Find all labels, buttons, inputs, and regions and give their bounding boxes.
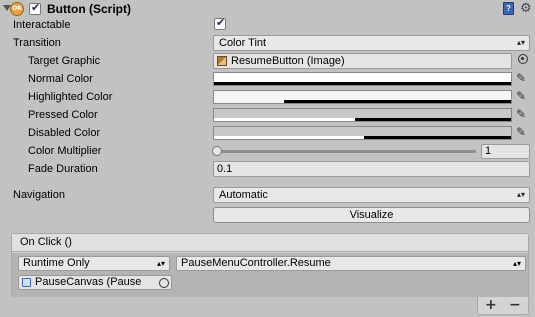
help-book-icon[interactable]: ?	[503, 2, 514, 15]
color-multiplier-slider[interactable]	[216, 150, 476, 153]
onclick-entry: Runtime Only ▴▾ PauseMenuController.Resu…	[12, 253, 528, 297]
event-target-value: PauseCanvas (Pause	[35, 276, 142, 288]
add-icon[interactable]: +	[485, 297, 497, 313]
canvas-object-icon	[22, 278, 31, 287]
eyedropper-icon[interactable]: ✎	[516, 125, 530, 139]
checkmark-icon: ✔	[31, 1, 41, 14]
navigation-label: Navigation	[13, 189, 65, 201]
event-target-field[interactable]: PauseCanvas (Pause	[18, 275, 172, 290]
visualize-button[interactable]: Visualize	[213, 207, 530, 223]
onclick-event-panel: On Click () Runtime Only ▴▾ PauseMenuCon…	[11, 233, 529, 297]
alpha-bar	[364, 136, 511, 139]
normal-color-label: Normal Color	[28, 73, 93, 85]
fade-duration-input[interactable]: 0.1	[213, 161, 530, 177]
component-title: Button (Script)	[47, 2, 131, 16]
gear-icon[interactable]: ⚙	[520, 1, 532, 16]
remove-icon[interactable]: −	[509, 297, 521, 313]
alpha-bar-light	[214, 136, 364, 139]
transition-label: Transition	[13, 37, 61, 49]
target-graphic-label: Target Graphic	[28, 55, 101, 67]
navigation-dropdown[interactable]: Automatic ▴▾	[213, 187, 530, 203]
function-dropdown[interactable]: PauseMenuController.Resume ▴▾	[176, 256, 526, 271]
alpha-bar	[214, 82, 511, 85]
image-icon	[217, 56, 227, 66]
pressed-color-label: Pressed Color	[28, 109, 98, 121]
component-enabled-checkbox[interactable]: ✔	[29, 1, 41, 15]
eyedropper-icon[interactable]: ✎	[516, 71, 530, 85]
alpha-bar-light	[214, 118, 355, 121]
slider-thumb[interactable]	[212, 146, 222, 156]
dropdown-arrows-icon: ▴▾	[516, 190, 525, 199]
interactable-label: Interactable	[13, 19, 71, 31]
function-value: PauseMenuController.Resume	[181, 257, 331, 269]
highlighted-color-swatch[interactable]	[213, 90, 512, 104]
pressed-color-swatch[interactable]	[213, 108, 512, 122]
runtime-value: Runtime Only	[23, 257, 90, 269]
transition-value: Color Tint	[219, 37, 267, 49]
highlighted-color-label: Highlighted Color	[28, 91, 113, 103]
transition-dropdown[interactable]: Color Tint ▴▾	[213, 35, 530, 51]
eyedropper-icon[interactable]: ✎	[516, 107, 530, 121]
alpha-bar	[284, 100, 511, 103]
dropdown-arrows-icon: ▴▾	[516, 38, 525, 47]
interactable-checkbox[interactable]: ✔	[214, 16, 226, 30]
checkmark-icon: ✔	[216, 16, 226, 29]
alpha-bar	[355, 118, 511, 121]
color-multiplier-input[interactable]: 1	[481, 144, 530, 159]
runtime-dropdown[interactable]: Runtime Only ▴▾	[18, 256, 170, 271]
eyedropper-icon[interactable]: ✎	[516, 89, 530, 103]
dropdown-arrows-icon: ▴▾	[512, 259, 521, 268]
script-icon: OK	[10, 2, 24, 16]
normal-color-swatch[interactable]	[213, 72, 512, 86]
disabled-color-label: Disabled Color	[28, 127, 101, 139]
fade-duration-label: Fade Duration	[28, 163, 98, 175]
object-picker-icon[interactable]	[158, 277, 170, 289]
object-picker-icon[interactable]	[518, 54, 528, 64]
color-multiplier-label: Color Multiplier	[28, 145, 102, 157]
target-graphic-value: ResumeButton (Image)	[231, 55, 345, 67]
onclick-header: On Click ()	[12, 234, 528, 252]
event-list-footer: + −	[477, 297, 529, 315]
target-graphic-field[interactable]: ResumeButton (Image)	[213, 53, 512, 69]
dropdown-arrows-icon: ▴▾	[156, 259, 165, 268]
disabled-color-swatch[interactable]	[213, 126, 512, 140]
component-header: OK ✔ Button (Script) ? ⚙	[0, 0, 535, 18]
navigation-value: Automatic	[219, 189, 268, 201]
